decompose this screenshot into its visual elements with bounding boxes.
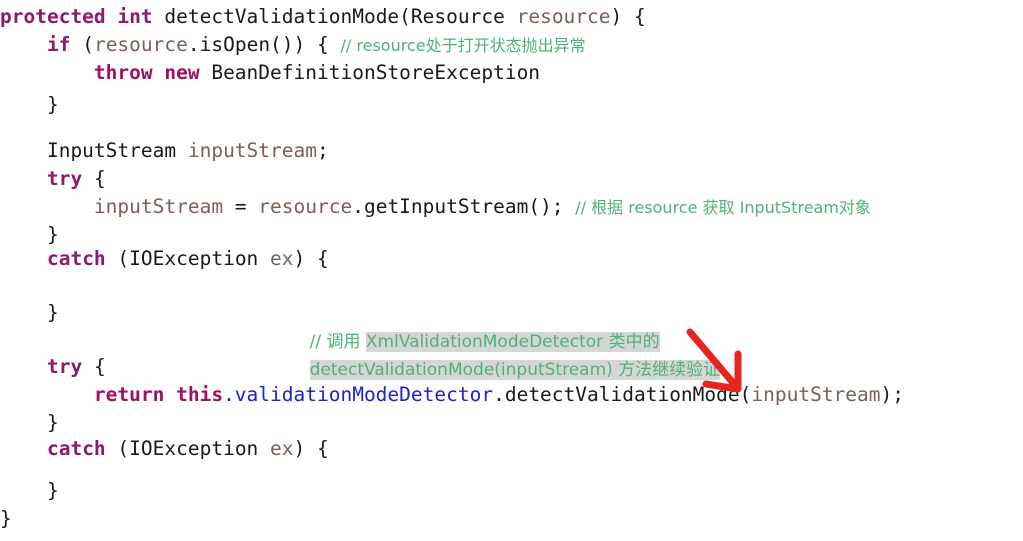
code-line: catch (IOException ex) { bbox=[0, 436, 329, 462]
code-line: } bbox=[0, 222, 59, 248]
code-token: } bbox=[0, 411, 59, 434]
annotation-highlight-2: detectValidationMode(inputStream) 方法继续验证 bbox=[309, 360, 721, 380]
code-token: = bbox=[223, 195, 259, 218]
code-token: resource bbox=[258, 195, 353, 218]
code-line: try { bbox=[0, 166, 106, 192]
code-token: InputStream bbox=[0, 139, 188, 162]
code-line: } bbox=[0, 410, 59, 436]
code-token: try bbox=[46, 355, 94, 378]
code-token: } bbox=[0, 223, 59, 246]
code-token: resource bbox=[93, 33, 188, 56]
code-line: } bbox=[0, 300, 59, 326]
code-line: } bbox=[0, 92, 59, 118]
code-line: if (resource.isOpen()) { // resource处于打开… bbox=[0, 32, 586, 59]
code-token: if bbox=[46, 33, 83, 56]
code-line: inputStream = resource.getInputStream();… bbox=[0, 194, 871, 221]
code-token: } bbox=[0, 301, 59, 324]
code-token: ex bbox=[270, 437, 294, 460]
code-token: return this bbox=[93, 383, 224, 406]
code-line: } bbox=[0, 478, 59, 504]
code-token: catch bbox=[46, 437, 118, 460]
code-line: throw new BeanDefinitionStoreException bbox=[0, 60, 540, 86]
code-token: .isOpen()) { bbox=[187, 33, 341, 56]
code-token: { bbox=[93, 355, 106, 378]
code-token: ; bbox=[316, 139, 329, 162]
code-token: catch bbox=[46, 247, 118, 270]
annotation-comment-line-2: detectValidationMode(inputStream) 方法继续验证 bbox=[288, 328, 721, 412]
code-token: ) { bbox=[293, 437, 329, 460]
code-line: InputStream inputStream; bbox=[0, 138, 329, 164]
code-line: catch (IOException ex) { bbox=[0, 246, 329, 272]
inline-comment: // resource处于打开状态抛出异常 bbox=[340, 36, 586, 55]
code-token: } bbox=[0, 479, 59, 502]
code-token: inputStream bbox=[93, 195, 224, 218]
code-token: .getInputStream(); bbox=[352, 195, 576, 218]
code-token: } bbox=[0, 93, 59, 116]
code-token: inputStream bbox=[751, 383, 881, 406]
code-token: ) { bbox=[293, 247, 329, 270]
code-line: try { bbox=[0, 354, 106, 380]
code-token: BeanDefinitionStoreException bbox=[211, 61, 541, 84]
code-token: (IOException bbox=[117, 247, 271, 270]
code-token: detectValidationMode( bbox=[164, 5, 411, 28]
code-token: try bbox=[46, 167, 94, 190]
code-token: resource bbox=[516, 5, 611, 28]
code-token: protected bbox=[0, 5, 118, 28]
code-token: ) { bbox=[610, 5, 646, 28]
code-token: } bbox=[0, 507, 12, 530]
code-token: throw new bbox=[93, 61, 212, 84]
code-token: Resource bbox=[410, 5, 517, 28]
inline-comment: // 根据 resource 获取 InputStream对象 bbox=[575, 198, 871, 217]
code-line: protected int detectValidationMode(Resou… bbox=[0, 4, 646, 30]
code-token: int bbox=[117, 5, 165, 28]
code-line: } bbox=[0, 506, 12, 532]
code-token: inputStream bbox=[187, 139, 317, 162]
code-screenshot: protected int detectValidationMode(Resou… bbox=[0, 0, 1023, 541]
code-token: (IOException bbox=[117, 437, 271, 460]
code-token: { bbox=[93, 167, 106, 190]
code-token: ex bbox=[270, 247, 294, 270]
code-token: ); bbox=[880, 383, 904, 406]
code-token: ( bbox=[82, 33, 94, 56]
